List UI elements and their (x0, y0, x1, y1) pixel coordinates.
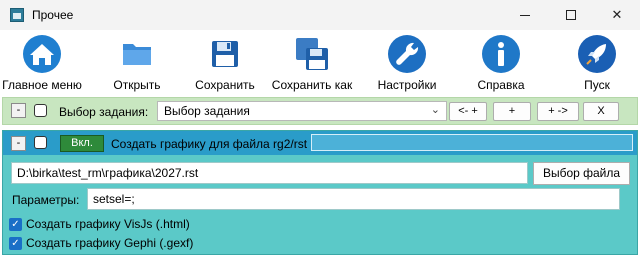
wrench-icon (387, 34, 427, 74)
browse-file-button[interactable]: Выбор файла (533, 162, 630, 185)
task-title: Создать графику для файла rg2/rst (111, 137, 308, 151)
task-select-label: Выбор задания: (59, 105, 149, 119)
save-as-label: Сохранить как (271, 78, 353, 92)
move-right-button[interactable]: + -> (537, 102, 579, 121)
settings-button[interactable]: Настройки (374, 34, 440, 96)
add-task-button[interactable]: + (493, 102, 531, 121)
info-icon (481, 34, 521, 74)
task-panel-header: - Вкл. Создать графику для файла rg2/rst (3, 131, 637, 155)
minimize-icon (520, 14, 530, 16)
params-field[interactable]: setsel=; (87, 188, 620, 210)
task-select-dropdown[interactable]: Выбор задания ⌄ (157, 101, 447, 121)
task-select-value: Выбор задания (164, 104, 250, 118)
option-visjs-label: Создать графику VisJs (.html) (26, 217, 190, 231)
option-gephi-label: Создать графику Gephi (.gexf) (26, 236, 194, 250)
save-button[interactable]: Сохранить (193, 34, 257, 96)
title-bar: Прочее ✕ (0, 0, 640, 30)
help-label: Справка (477, 78, 525, 92)
task-selector-row: - Выбор задания: Выбор задания ⌄ <- + + … (2, 97, 638, 125)
minimize-button[interactable] (502, 0, 548, 30)
task-progress-bar (311, 134, 633, 151)
task-checkbox[interactable] (34, 136, 47, 149)
select-all-checkbox[interactable] (34, 104, 47, 117)
option-visjs[interactable]: ✓ Создать графику VisJs (.html) (9, 217, 190, 231)
checkbox-checked-icon[interactable]: ✓ (9, 236, 22, 250)
help-button[interactable]: Справка (474, 34, 528, 96)
save-as-button[interactable]: Сохранить как (268, 34, 356, 96)
close-button[interactable]: ✕ (594, 0, 640, 30)
floppy-disks-icon (292, 34, 332, 74)
checkbox-checked-icon[interactable]: ✓ (9, 217, 22, 231)
collapse-all-button[interactable]: - (11, 103, 26, 118)
move-left-button[interactable]: <- + (449, 102, 487, 121)
app-icon (10, 8, 24, 22)
save-label: Сохранить (195, 78, 255, 92)
settings-label: Настройки (377, 78, 437, 92)
home-icon (22, 34, 62, 74)
task-panel: - Вкл. Создать графику для файла rg2/rst… (2, 130, 638, 255)
run-button[interactable]: Пуск (574, 34, 620, 96)
home-label: Главное меню (2, 78, 82, 92)
maximize-button[interactable] (548, 0, 594, 30)
window-title: Прочее (32, 8, 74, 22)
maximize-icon (566, 10, 576, 20)
open-button[interactable]: Открыть (108, 34, 166, 96)
delete-task-button[interactable]: X (583, 102, 619, 121)
file-path-field[interactable]: D:\birka\test_rm\графика\2027.rst (11, 162, 528, 184)
toolbar: Главное меню Открыть Сохранить Сохранить… (0, 30, 640, 96)
home-button[interactable]: Главное меню (2, 34, 82, 96)
collapse-task-button[interactable]: - (11, 136, 26, 151)
option-gephi[interactable]: ✓ Создать графику Gephi (.gexf) (9, 236, 193, 250)
open-label: Открыть (113, 78, 161, 92)
rocket-icon (577, 34, 617, 74)
enabled-toggle[interactable]: Вкл. (60, 135, 104, 152)
folder-icon (117, 34, 157, 74)
params-label: Параметры: (12, 193, 80, 207)
run-label: Пуск (584, 78, 610, 92)
floppy-disk-icon (205, 34, 245, 74)
chevron-down-icon: ⌄ (430, 104, 440, 116)
